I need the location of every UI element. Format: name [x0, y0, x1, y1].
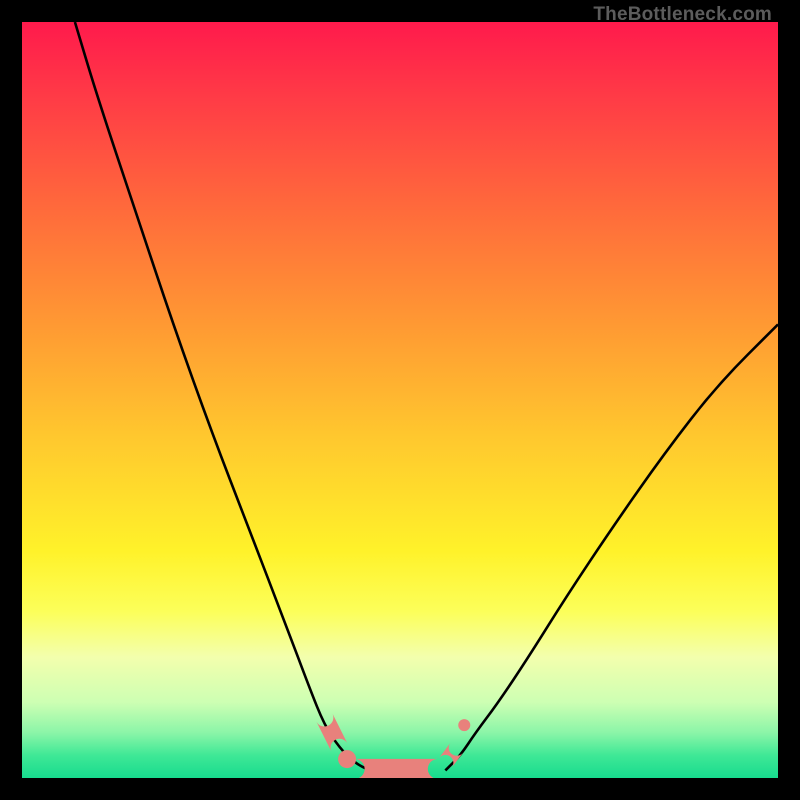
curve-layer [22, 22, 778, 778]
plot-area [22, 22, 778, 778]
curve-left [75, 22, 370, 770]
chart-frame: TheBottleneck.com [0, 0, 800, 800]
curve-right [445, 324, 778, 770]
